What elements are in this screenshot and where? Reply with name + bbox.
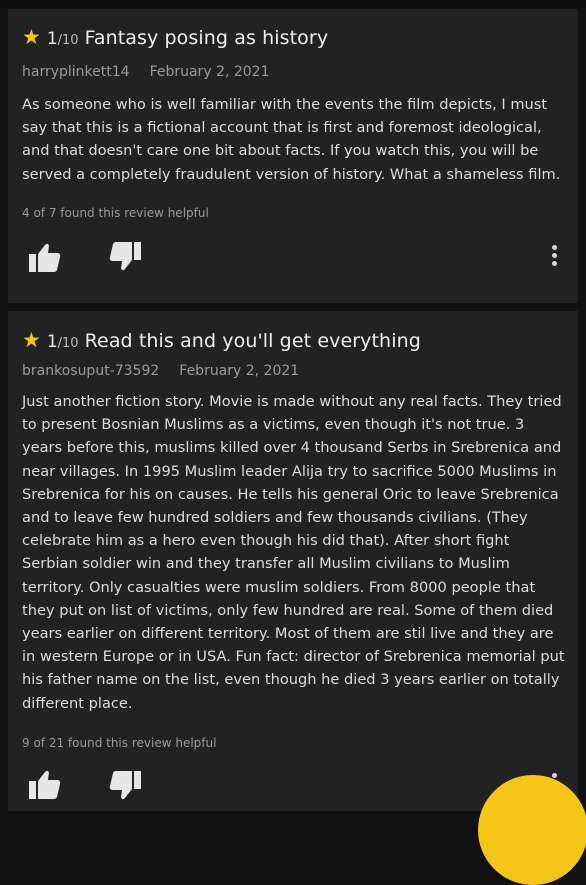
review-meta: brankosuput-73592 February 2, 2021 <box>22 363 299 379</box>
thumbs-up-icon[interactable] <box>28 242 62 274</box>
review-body: As someone who is well familiar with the… <box>22 96 561 183</box>
review-body: Just another fiction story. Movie is mad… <box>22 393 565 712</box>
floating-action-button[interactable] <box>478 775 586 885</box>
review-meta: harryplinkett14 February 2, 2021 <box>22 64 270 80</box>
review-card: ★ 1/10 Fantasy posing as history harrypl… <box>8 9 578 303</box>
review-title: Fantasy posing as history <box>84 27 329 49</box>
rating-value: 1 <box>46 332 58 352</box>
rating-value: 1 <box>46 29 58 49</box>
review-date: February 2, 2021 <box>149 64 270 80</box>
star-icon: ★ <box>22 25 41 49</box>
review-title: Read this and you'll get everything <box>84 330 421 352</box>
top-divider <box>0 0 586 8</box>
helpful-count: 4 of 7 found this review helpful <box>22 206 209 220</box>
star-icon: ★ <box>22 328 41 352</box>
thumbs-down-icon[interactable] <box>108 769 142 801</box>
review-rating: 1/10 <box>47 29 79 49</box>
review-header: ★ 1/10 Fantasy posing as history <box>22 25 329 50</box>
review-card: ★ 1/10 Read this and you'll get everythi… <box>8 311 578 811</box>
rating-max: /10 <box>57 33 79 48</box>
review-date: February 2, 2021 <box>179 363 300 379</box>
helpful-count: 9 of 21 found this review helpful <box>22 736 217 750</box>
review-rating: 1/10 <box>47 332 79 352</box>
rating-max: /10 <box>57 336 79 351</box>
thumbs-up-icon[interactable] <box>28 769 62 801</box>
thumbs-down-icon[interactable] <box>108 240 142 272</box>
review-author[interactable]: brankosuput-73592 <box>22 363 159 379</box>
more-vertical-icon[interactable] <box>552 245 558 269</box>
review-header: ★ 1/10 Read this and you'll get everythi… <box>22 328 421 353</box>
review-author[interactable]: harryplinkett14 <box>22 64 130 80</box>
